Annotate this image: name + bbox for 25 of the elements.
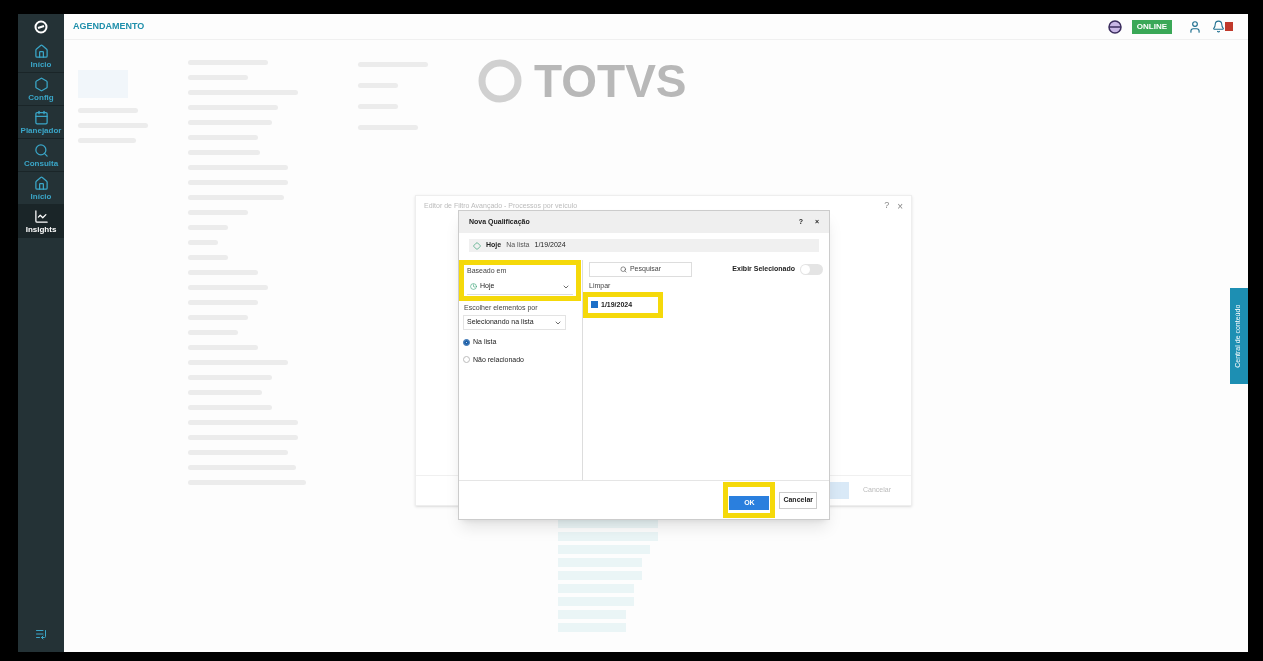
clock-icon (470, 283, 477, 290)
expand-menu-icon[interactable] (35, 628, 47, 640)
checkbox[interactable] (591, 301, 598, 309)
chart-icon (33, 208, 49, 224)
close-button[interactable]: × (897, 198, 903, 214)
search-icon (619, 266, 627, 273)
help-button[interactable]: ? (884, 199, 890, 213)
globe-icon[interactable] (1107, 19, 1122, 34)
nav-item[interactable]: Insights (18, 205, 64, 238)
home-icon (33, 43, 49, 59)
notification-badge (1225, 22, 1233, 31)
page-title: AGENDAMENTO (73, 19, 145, 33)
diamond-icon (473, 241, 481, 250)
bell-icon[interactable] (1212, 20, 1225, 33)
search-icon (33, 142, 49, 158)
radio-button[interactable] (463, 338, 470, 346)
home-icon (33, 175, 49, 191)
settings-icon (33, 76, 49, 92)
logo-text: TOTVS (534, 58, 687, 104)
user-icon[interactable] (1188, 19, 1202, 34)
toggle-switch[interactable] (800, 264, 823, 275)
logo-icon (34, 20, 48, 34)
calendar-icon (33, 109, 49, 125)
logo-icon (478, 59, 522, 103)
status-badge: ONLINE (1131, 19, 1172, 34)
